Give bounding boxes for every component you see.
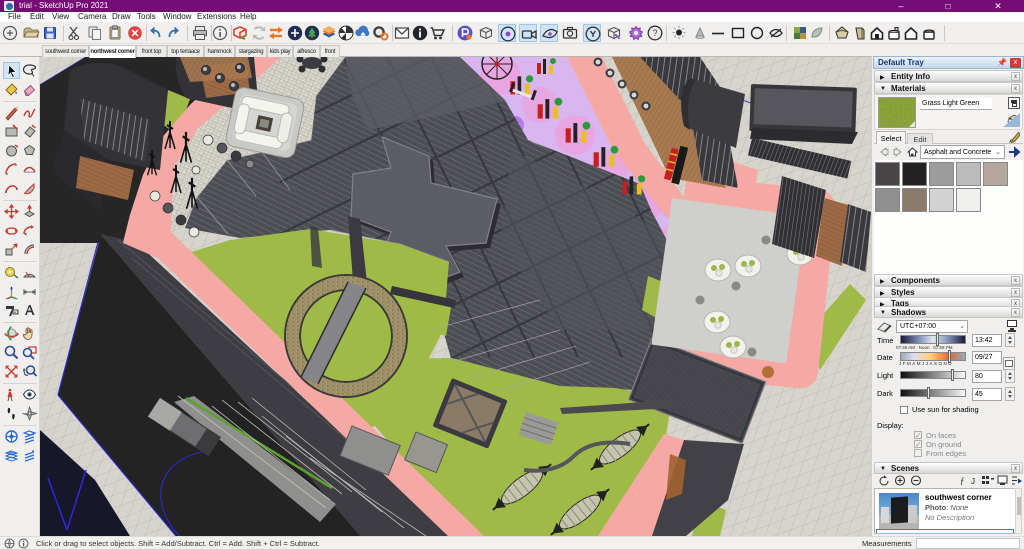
svg-text:A1: A1 bbox=[14, 310, 18, 314]
svg-text:?: ? bbox=[652, 28, 657, 38]
svg-text:ƒ: ƒ bbox=[960, 476, 965, 486]
svg-text:J: J bbox=[971, 477, 975, 486]
